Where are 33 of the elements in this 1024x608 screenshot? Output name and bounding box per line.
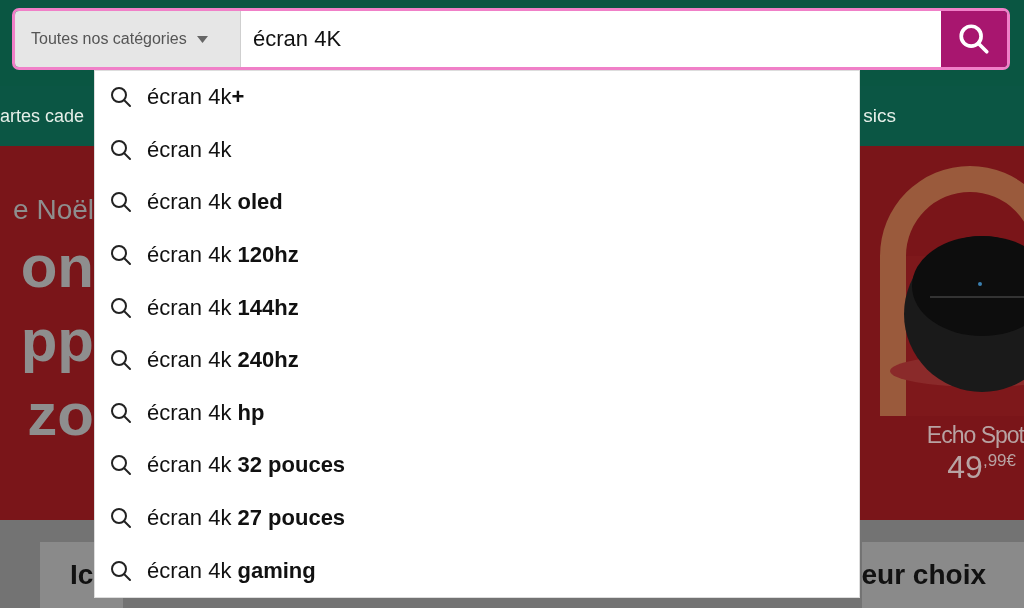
product-price: 49$^{,99€}$ [947, 449, 1016, 486]
search-icon [957, 22, 991, 56]
suggestion-item[interactable]: écran 4k 27 pouces [95, 491, 859, 545]
suggestion-item[interactable]: écran 4k hp [95, 386, 859, 440]
nav-link[interactable]: sics [863, 105, 896, 127]
caret-icon [196, 35, 208, 43]
search-icon [109, 137, 133, 162]
banner-heading: e Noël [13, 193, 94, 227]
search-button[interactable] [941, 11, 1007, 67]
suggestion-item[interactable]: écran 4k+ [95, 71, 859, 124]
suggestion-item[interactable]: écran 4k 120hz [95, 228, 859, 282]
banner-heading: on [20, 232, 94, 302]
search-icon [109, 85, 133, 110]
suggestion-item[interactable]: écran 4k 32 pouces [95, 439, 859, 492]
search-icon [109, 558, 133, 583]
search-icon [109, 506, 133, 531]
card-title: eur choix [861, 542, 1024, 608]
suggestion-item[interactable]: écran 4k 240hz [95, 333, 859, 387]
search-icon [109, 400, 133, 425]
suggestion-item[interactable]: écran 4k [95, 123, 859, 177]
search-icon [109, 243, 133, 268]
nav-link[interactable]: artes cade [0, 105, 85, 127]
category-dropdown[interactable]: Toutes nos catégories [15, 11, 241, 67]
search-icon [109, 295, 133, 320]
search-field[interactable]: écran 4K [241, 11, 941, 67]
suggestion-item[interactable]: écran 4k 144hz [95, 281, 859, 334]
banner-heading: pp [20, 306, 94, 376]
suggestion-item[interactable]: écran 4k oled [95, 176, 859, 229]
product-name: Echo Spot [926, 422, 1024, 449]
search-icon [109, 453, 133, 478]
search-icon [109, 190, 133, 215]
search-icon [109, 348, 133, 373]
banner-heading: zo [27, 380, 94, 450]
